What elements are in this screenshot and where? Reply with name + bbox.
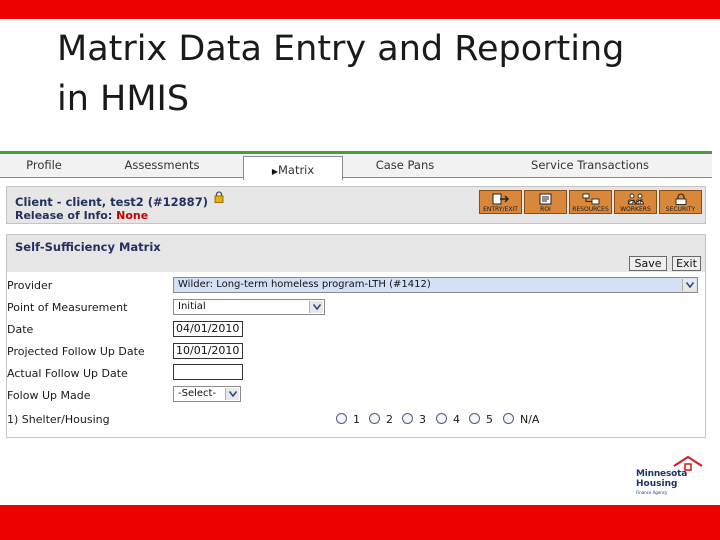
top-red-bar [0, 0, 720, 19]
tab-matrix[interactable]: ▶Matrix [243, 156, 343, 180]
matrix-title: Self-Sufficiency Matrix [15, 240, 161, 254]
logo-line2: Housing [636, 479, 678, 489]
bottom-red-bar [0, 505, 720, 540]
provider-select[interactable]: Wilder: Long-term homeless program-LTH (… [173, 277, 698, 293]
point-of-measurement-value: Initial [178, 301, 206, 312]
logo-line1: Minnesota [636, 469, 688, 479]
resources-button[interactable]: RESOURCES [569, 190, 612, 214]
flowchart-icon [582, 193, 600, 205]
tab-case-plans[interactable]: Case Pans [362, 158, 448, 178]
resources-label: RESOURCES [572, 206, 609, 213]
rating-radio-5[interactable] [469, 413, 480, 424]
tab-label: Case Pans [375, 158, 435, 172]
exit-button[interactable]: Exit [672, 256, 701, 271]
actual-follow-up-field[interactable] [173, 364, 243, 380]
rating-label-na: N/A [520, 413, 540, 426]
follow-up-made-select[interactable]: -Select- [173, 386, 241, 402]
tab-assessments[interactable]: Assessments [108, 158, 216, 178]
roi-label: ROI [540, 206, 551, 213]
case-workers-button[interactable]: CASE WORKERS [614, 190, 657, 214]
entry-exit-button[interactable]: ENTRY/EXIT [479, 190, 522, 214]
release-of-info: Release of Info: None [15, 209, 148, 222]
slide-title-line2: in HMIS [57, 79, 190, 119]
tab-bar: Profile Assessments ▶Matrix Case Pans Se… [0, 151, 712, 180]
logo-tagline: Finance Agency [636, 490, 668, 495]
client-toolbar: ENTRY/EXIT ROI RESOURCES CASE WORKERS SE… [479, 190, 703, 214]
follow-up-made-label: Folow Up Made [7, 389, 91, 402]
security-button[interactable]: SECURITY [659, 190, 702, 214]
matrix-panel: Self-Sufficiency Matrix Save Exit [6, 234, 706, 438]
hmis-screenshot: Profile Assessments ▶Matrix Case Pans Se… [0, 151, 712, 438]
rating-radio-4[interactable] [436, 413, 447, 424]
security-label: SECURITY [665, 206, 696, 213]
date-label: Date [7, 323, 34, 336]
tab-service-transactions[interactable]: Service Transactions [520, 158, 660, 178]
rating-radio-1[interactable] [336, 413, 347, 424]
release-label: Release of Info: [15, 209, 113, 222]
date-field[interactable]: 04/01/2010 [173, 321, 243, 337]
client-header-panel: Client - client, test2 (#12887) Release … [6, 186, 706, 224]
slide-title: Matrix Data Entry and Reporting in HMIS [57, 24, 697, 124]
tab-label: Matrix [277, 163, 315, 177]
matrix-header: Self-Sufficiency Matrix Save Exit [7, 235, 705, 272]
projected-follow-up-field[interactable]: 10/01/2010 [173, 343, 243, 359]
provider-label: Provider [7, 279, 53, 292]
rating-label-5: 5 [486, 413, 493, 426]
tab-label: Assessments [124, 158, 200, 172]
follow-up-made-value: -Select- [178, 388, 217, 399]
tab-label: Profile [26, 158, 62, 172]
case-workers-label: CASE WORKERS [620, 199, 651, 213]
chevron-down-icon [309, 301, 323, 313]
chevron-down-icon [682, 279, 696, 291]
actual-follow-up-label: Actual Follow Up Date [7, 367, 128, 380]
provider-value: Wilder: Long-term homeless program-LTH (… [178, 279, 431, 290]
door-arrow-icon [492, 193, 509, 205]
release-value: None [116, 209, 149, 222]
rating-label-1: 1 [353, 413, 360, 426]
rating-label-2: 2 [386, 413, 393, 426]
lock-icon[interactable] [214, 191, 224, 203]
roi-button[interactable]: ROI [524, 190, 567, 214]
shelter-housing-label: 1) Shelter/Housing [7, 413, 110, 426]
point-of-measurement-label: Point of Measurement [7, 301, 128, 314]
rating-label-4: 4 [453, 413, 460, 426]
document-icon [539, 193, 552, 205]
slide-title-line1: Matrix Data Entry and Reporting [57, 29, 625, 69]
save-button[interactable]: Save [629, 256, 667, 271]
chevron-down-icon [225, 388, 239, 400]
client-name: Client - client, test2 (#12887) [15, 195, 208, 209]
security-lock-icon [675, 193, 687, 205]
rating-radio-2[interactable] [369, 413, 380, 424]
point-of-measurement-select[interactable]: Initial [173, 299, 325, 315]
minnesota-housing-logo: Minnesota Housing Finance Agency [634, 455, 706, 495]
rating-radio-3[interactable] [402, 413, 413, 424]
tab-label: Service Transactions [531, 158, 649, 172]
rating-radio-na[interactable] [503, 413, 514, 424]
rating-label-3: 3 [419, 413, 426, 426]
entry-exit-label: ENTRY/EXIT [483, 206, 518, 213]
projected-follow-up-label: Projected Follow Up Date [7, 345, 145, 358]
tab-profile[interactable]: Profile [4, 158, 84, 178]
